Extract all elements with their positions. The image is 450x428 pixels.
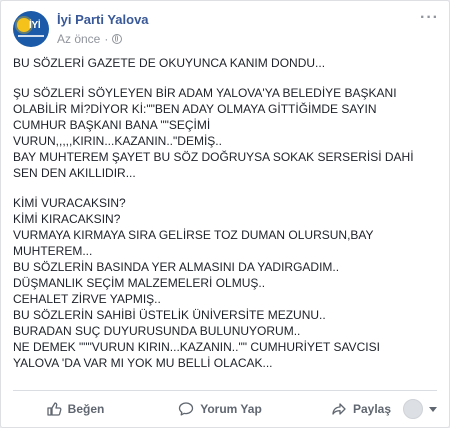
post-actions-bar: Beğen Yorum Yap Paylaş (13, 393, 437, 425)
meta-separator: · (104, 32, 109, 46)
globe-icon[interactable] (112, 34, 123, 44)
comment-bubble-icon (179, 402, 194, 416)
like-label: Beğen (67, 402, 105, 416)
comment-button[interactable]: Yorum Yap (165, 395, 275, 423)
viewer-avatar (403, 399, 423, 419)
post-timestamp[interactable]: Az önce (57, 32, 100, 46)
share-arrow-icon (332, 403, 346, 415)
share-button[interactable]: Paylaş (321, 395, 401, 423)
actions-divider (13, 390, 437, 391)
share-label: Paylaş (352, 402, 392, 416)
comment-label: Yorum Yap (200, 402, 262, 416)
reaction-picker[interactable] (403, 399, 437, 419)
post-meta: Az önce · (57, 32, 123, 46)
more-options-icon[interactable]: ··· (420, 10, 439, 26)
like-button[interactable]: Beğen (35, 395, 115, 423)
post-body: BU SÖZLERİ GAZETE DE OKUYUNCA KANIM DOND… (13, 55, 441, 376)
post-paragraph: KİMİ VURACAKSIN? KİMİ KIRACAKSIN? VURMAY… (13, 196, 380, 370)
thumbs-up-icon (47, 402, 62, 416)
page-avatar[interactable]: İYİ (13, 11, 49, 47)
post-card: İYİ İyi Parti Yalova Az önce · ··· BU SÖ… (0, 0, 450, 428)
post-paragraph: ŞU SÖZLERİ SÖYLEYEN BİR ADAM YALOVA'YA B… (13, 86, 414, 180)
post-header: İYİ İyi Parti Yalova Az önce · ··· (13, 10, 439, 51)
chevron-down-icon (429, 406, 437, 412)
avatar-logo-text: İYİ (29, 20, 41, 31)
avatar-underline (18, 35, 44, 37)
page-name-link[interactable]: İyi Parti Yalova (57, 12, 149, 27)
post-paragraph: BU SÖZLERİ GAZETE DE OKUYUNCA KANIM DOND… (13, 56, 326, 70)
